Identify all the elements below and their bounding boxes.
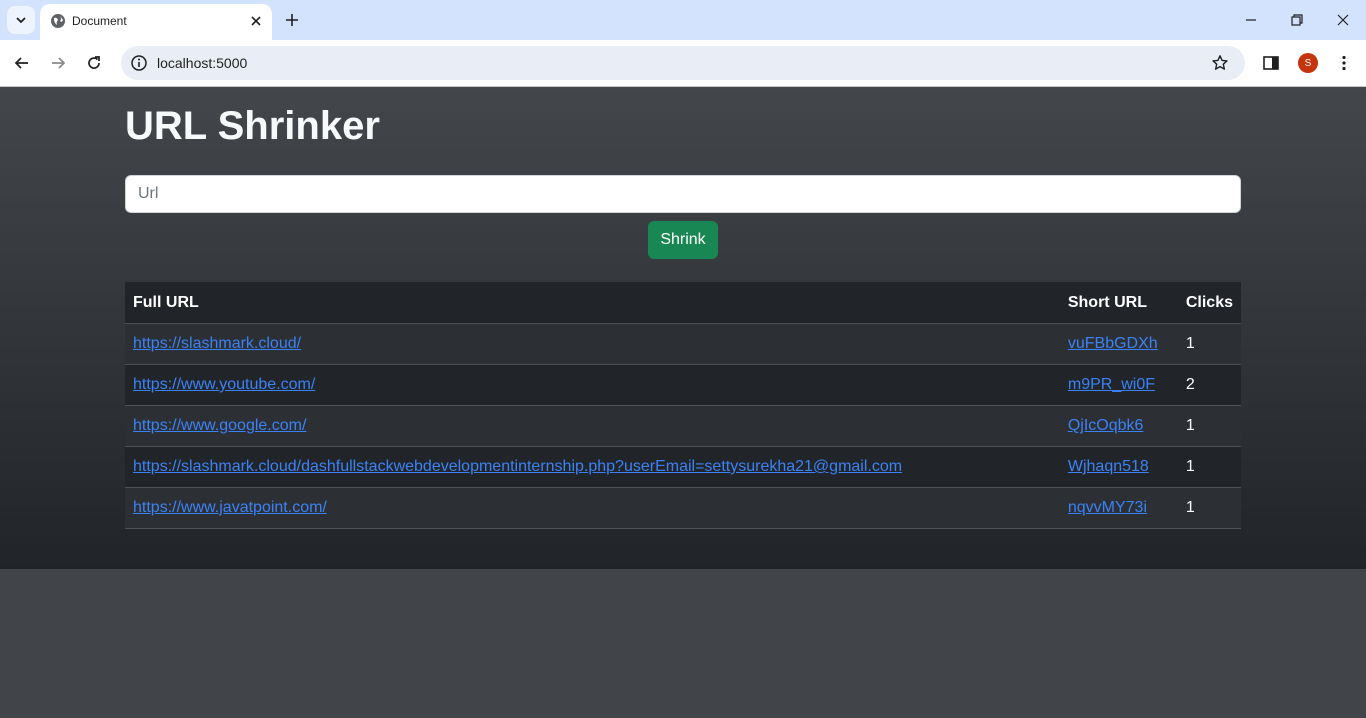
urls-table: Full URL Short URL Clicks https://slashm… — [125, 282, 1241, 529]
header-clicks: Clicks — [1177, 282, 1241, 324]
arrow-right-icon — [52, 57, 66, 69]
table-row: https://www.google.com/ QjIcOqbk6 1 — [125, 405, 1241, 447]
header-full-url: Full URL — [125, 282, 1060, 324]
full-url-cell: https://slashmark.cloud/ — [125, 323, 1060, 365]
address-bar[interactable]: localhost:5000 — [121, 46, 1245, 80]
profile-initial: S — [1304, 57, 1312, 69]
short-url-cell: m9PR_wi0F — [1059, 364, 1178, 406]
back-button[interactable] — [10, 51, 34, 75]
clicks-cell: 1 — [1177, 446, 1241, 488]
shrink-button[interactable]: Shrink — [648, 221, 718, 259]
tab-title: Document — [72, 14, 127, 28]
bookmark-star-icon[interactable] — [1211, 54, 1229, 72]
full-url-cell: https://www.javatpoint.com/ — [125, 487, 1060, 529]
globe-icon — [51, 14, 65, 28]
tab-search-button[interactable] — [7, 6, 35, 34]
short-url-cell: QjIcOqbk6 — [1059, 405, 1178, 447]
restore-icon[interactable] — [1287, 10, 1307, 30]
short-url-cell: vuFBbGDXh — [1059, 323, 1178, 365]
address-text: localhost:5000 — [157, 55, 248, 71]
close-tab-icon[interactable] — [248, 13, 264, 29]
clicks-cell: 1 — [1177, 487, 1241, 529]
table-row: https://slashmark.cloud/ vuFBbGDXh 1 — [125, 323, 1241, 365]
table-row: https://www.youtube.com/ m9PR_wi0F 2 — [125, 364, 1241, 406]
tab-strip: Document — [0, 0, 1366, 40]
browser-toolbar: localhost:5000 S — [0, 40, 1366, 87]
profile-avatar[interactable]: S — [1298, 53, 1318, 73]
full-url-link[interactable]: https://www.google.com/ — [133, 417, 306, 434]
close-window-icon[interactable] — [1333, 10, 1353, 30]
full-url-link[interactable]: https://www.javatpoint.com/ — [133, 499, 327, 516]
short-url-link[interactable]: Wjhaqn518 — [1068, 458, 1149, 475]
short-url-link[interactable]: nqvvMY73i — [1068, 499, 1147, 516]
full-url-cell: https://www.google.com/ — [125, 405, 1060, 447]
new-tab-icon[interactable] — [283, 11, 301, 29]
clicks-cell: 1 — [1177, 405, 1241, 447]
short-url-cell: Wjhaqn518 — [1059, 446, 1178, 488]
info-icon[interactable] — [130, 54, 148, 72]
short-url-link[interactable]: vuFBbGDXh — [1068, 335, 1158, 352]
clicks-cell: 1 — [1177, 323, 1241, 365]
chevron-down-icon — [16, 17, 26, 24]
full-url-link[interactable]: https://www.youtube.com/ — [133, 376, 315, 393]
browser-tab[interactable]: Document — [40, 4, 272, 40]
short-url-link[interactable]: m9PR_wi0F — [1068, 376, 1155, 393]
short-url-link[interactable]: QjIcOqbk6 — [1068, 417, 1144, 434]
table-header-row: Full URL Short URL Clicks — [125, 282, 1241, 324]
reload-icon — [88, 56, 100, 69]
url-input[interactable] — [125, 175, 1241, 213]
page-title: URL Shrinker — [125, 104, 380, 148]
short-url-cell: nqvvMY73i — [1059, 487, 1178, 529]
minimize-icon[interactable] — [1241, 10, 1261, 30]
full-url-cell: https://www.youtube.com/ — [125, 364, 1060, 406]
reload-button[interactable] — [82, 51, 106, 75]
full-url-cell: https://slashmark.cloud/dashfullstackweb… — [125, 446, 1060, 488]
header-short-url: Short URL — [1059, 282, 1178, 324]
more-menu-icon[interactable] — [1335, 54, 1353, 72]
forward-button[interactable] — [46, 51, 70, 75]
table-row: https://www.javatpoint.com/ nqvvMY73i 1 — [125, 487, 1241, 529]
full-url-link[interactable]: https://slashmark.cloud/ — [133, 335, 301, 352]
table-row: https://slashmark.cloud/dashfullstackweb… — [125, 446, 1241, 488]
full-url-link[interactable]: https://slashmark.cloud/dashfullstackweb… — [133, 458, 902, 475]
arrow-left-icon — [14, 57, 28, 69]
clicks-cell: 2 — [1177, 364, 1241, 406]
side-panel-icon[interactable] — [1262, 54, 1280, 72]
